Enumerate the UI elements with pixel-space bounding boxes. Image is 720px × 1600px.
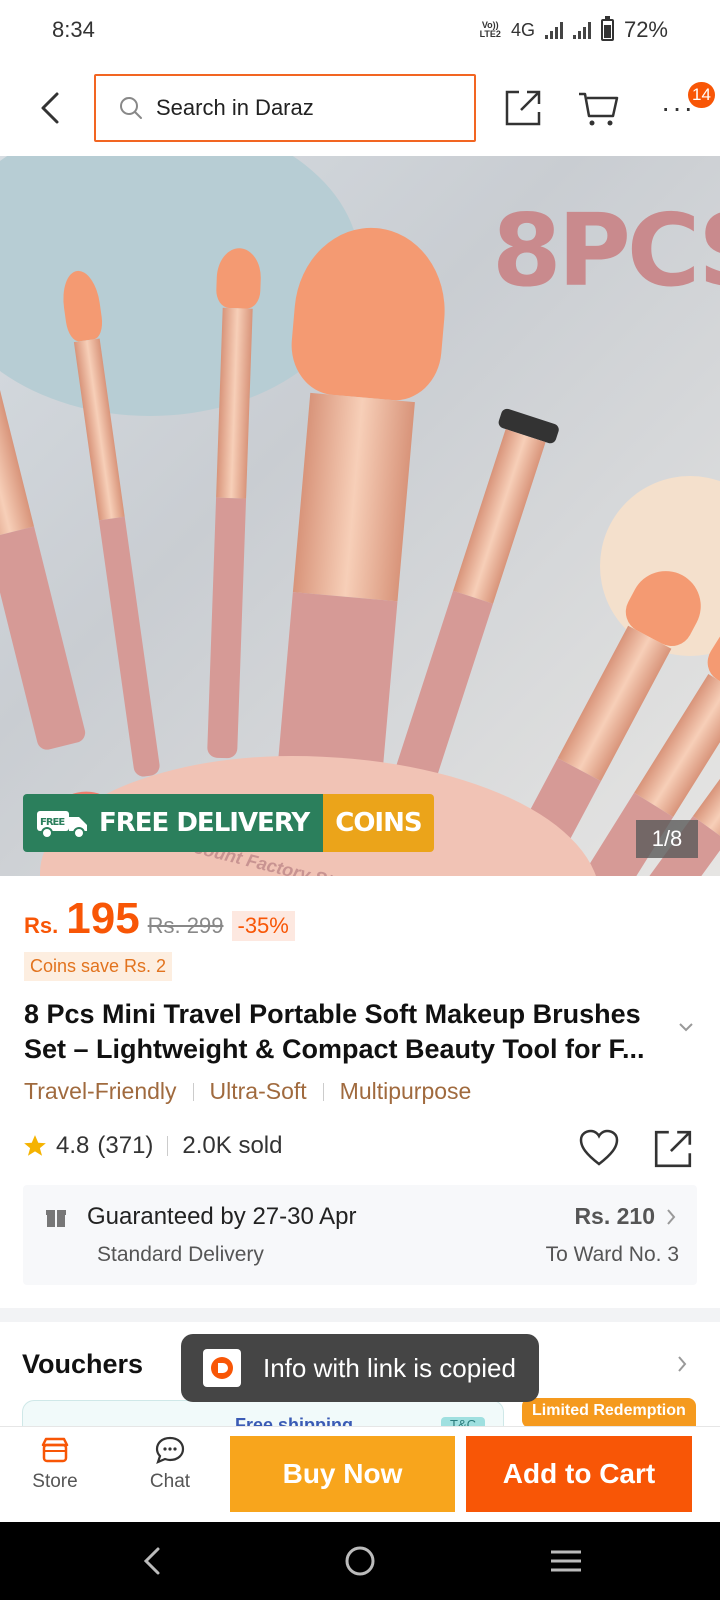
package-icon <box>46 1210 66 1227</box>
chevron-down-icon <box>679 1023 693 1032</box>
toast-message: Info with link is copied <box>263 1352 516 1383</box>
expand-title-button[interactable] <box>678 1020 694 1038</box>
battery-fill <box>603 25 611 38</box>
system-nav-bar <box>0 1522 720 1600</box>
cart-count-badge: 14 <box>688 82 715 108</box>
tag-item: Ultra-Soft <box>209 1078 307 1104</box>
store-button[interactable]: Store <box>15 1435 95 1493</box>
discount-badge: -35% <box>231 911 295 941</box>
add-to-cart-button[interactable]: Add to Cart <box>466 1436 692 1512</box>
system-back-button[interactable] <box>122 1536 182 1586</box>
truck-icon: FREE <box>35 805 91 841</box>
image-counter: 1/8 <box>636 820 698 858</box>
back-icon <box>143 1547 160 1575</box>
vouchers-more-button[interactable] <box>676 1354 688 1379</box>
product-image-gallery[interactable]: 8PCS Beauty Discount Factory Store 1/8 <box>0 156 720 876</box>
system-recents-button[interactable] <box>536 1536 596 1586</box>
sold-count: 2.0K sold <box>182 1132 283 1159</box>
volte-indicator: Vo)) LTE2 <box>479 20 501 39</box>
share-product-button[interactable] <box>652 1128 694 1175</box>
share-icon <box>654 1130 692 1168</box>
price-row: Rs. 195 Rs. 299 -35% <box>24 894 295 944</box>
coins-save-badge: Coins save Rs. 2 <box>24 952 173 981</box>
top-header: Search in Daraz ··· <box>0 62 720 154</box>
signal-icon <box>544 21 563 39</box>
chat-icon <box>155 1436 185 1464</box>
delivery-info-card[interactable]: Guaranteed by 27-30 Apr Standard Deliver… <box>23 1185 697 1285</box>
product-tags: Travel-Friendly Ultra-Soft Multipurpose <box>24 1078 471 1105</box>
image-caption: 8PCS <box>492 192 720 309</box>
tag-item: Travel-Friendly <box>24 1078 177 1104</box>
status-time: 8:34 <box>52 17 95 42</box>
bottom-action-bar: Store Chat Buy Now Add to Cart <box>0 1426 720 1522</box>
status-bar: 8:34 Vo)) LTE2 4G 72% <box>0 0 720 62</box>
delivery-type: Standard Delivery <box>97 1243 264 1266</box>
free-delivery-label: FREE DELIVERY <box>99 808 310 838</box>
star-icon <box>24 1135 46 1156</box>
price-currency: Rs. <box>24 913 59 938</box>
heart-icon <box>579 1129 619 1166</box>
cart-icon <box>579 92 619 126</box>
original-price: Rs. 299 <box>147 913 224 938</box>
home-icon <box>345 1546 375 1576</box>
chat-button[interactable]: Chat <box>130 1435 210 1493</box>
search-input[interactable]: Search in Daraz <box>94 74 476 142</box>
svg-text:FREE: FREE <box>40 817 65 828</box>
chevron-right-icon <box>667 1209 676 1225</box>
battery-icon <box>600 16 614 41</box>
copied-toast: Info with link is copied <box>181 1334 539 1402</box>
battery-percent: 72% <box>623 17 668 42</box>
daraz-logo-icon <box>203 1349 241 1387</box>
coins-label: COINS <box>323 794 434 852</box>
wishlist-button[interactable] <box>578 1128 620 1173</box>
rating-value: 4.8 <box>56 1132 90 1159</box>
delivery-location: To Ward No. 3 <box>545 1243 679 1266</box>
network-type: 4G <box>510 19 535 40</box>
cart-button[interactable] <box>574 84 622 132</box>
free-delivery-banner: FREE FREE DELIVERY COINS <box>23 794 434 852</box>
chat-label: Chat <box>149 1471 191 1492</box>
limited-redemption-badge: Limited Redemption <box>522 1398 696 1428</box>
menu-icon <box>551 1550 581 1572</box>
system-home-button[interactable] <box>330 1536 390 1586</box>
back-arrow-icon <box>41 92 59 124</box>
search-icon <box>120 97 142 119</box>
share-button[interactable] <box>499 84 547 132</box>
price-value: 195 <box>66 894 140 943</box>
section-divider <box>0 1308 720 1322</box>
vouchers-heading: Vouchers <box>22 1349 144 1379</box>
signal-icon-2 <box>572 21 591 39</box>
delivery-guarantee: Guaranteed by 27-30 Apr <box>87 1203 357 1230</box>
share-icon <box>505 90 541 126</box>
review-count: (371) <box>97 1132 154 1159</box>
chevron-right-icon <box>678 1356 687 1372</box>
store-label: Store <box>32 1471 78 1492</box>
rating-row[interactable]: 4.8 (371) 2.0K sold <box>22 1132 282 1160</box>
search-placeholder: Search in Daraz <box>156 95 314 120</box>
tag-item: Multipurpose <box>339 1078 472 1104</box>
back-button[interactable] <box>30 86 70 130</box>
status-indicators: Vo)) LTE2 4G 72% <box>479 16 668 43</box>
store-icon <box>41 1437 69 1463</box>
buy-now-button[interactable]: Buy Now <box>230 1436 455 1512</box>
product-title: 8 Pcs Mini Travel Portable Soft Makeup B… <box>24 999 645 1064</box>
delivery-fee: Rs. 210 <box>574 1203 655 1229</box>
